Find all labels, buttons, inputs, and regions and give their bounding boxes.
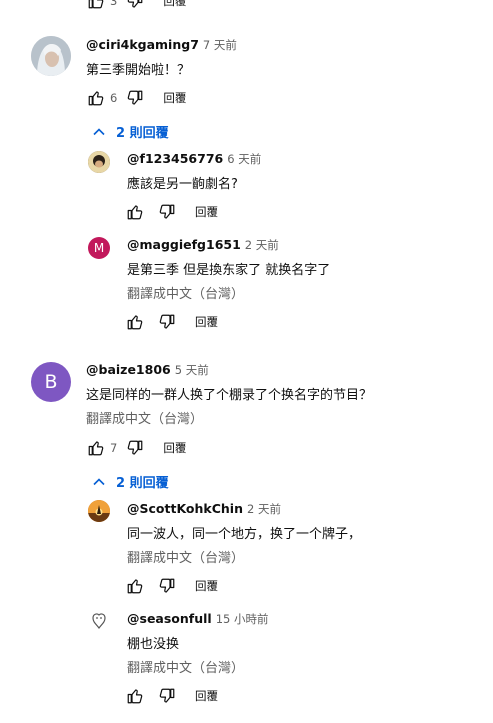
- avatar[interactable]: [31, 36, 71, 76]
- reply-header: @ScottKohkChin 2 天前: [127, 501, 281, 517]
- reply-author[interactable]: @maggiefg1651: [127, 237, 241, 252]
- avatar[interactable]: M: [88, 237, 110, 259]
- like-count: 7: [110, 441, 118, 455]
- like-count: 3: [110, 0, 118, 8]
- thumb-down-icon: [158, 203, 176, 221]
- avatar[interactable]: [88, 151, 110, 173]
- dislike-button[interactable]: [125, 438, 145, 458]
- reply-author[interactable]: @f123456776: [127, 151, 223, 166]
- like-button[interactable]: [86, 438, 106, 458]
- translate-link[interactable]: 翻譯成中文（台灣）: [127, 657, 244, 676]
- thumb-down-icon: [126, 0, 144, 10]
- like-button[interactable]: [125, 312, 145, 332]
- thumb-up-icon: [126, 577, 144, 595]
- replies-toggle[interactable]: 2 則回覆: [92, 472, 169, 491]
- like-button[interactable]: [125, 576, 145, 596]
- replies-toggle[interactable]: 2 則回覆: [92, 122, 169, 141]
- reply-actions: 回覆: [125, 686, 218, 706]
- reply-button[interactable]: 回覆: [195, 688, 218, 704]
- reply-actions: 回覆: [125, 312, 218, 332]
- thumb-up-icon: [126, 687, 144, 705]
- thumb-down-icon: [158, 577, 176, 595]
- avatar-image: [88, 151, 110, 173]
- translate-link[interactable]: 翻譯成中文（台灣）: [127, 283, 244, 302]
- avatar-image: [88, 610, 110, 632]
- like-count: 6: [110, 91, 118, 105]
- dislike-button[interactable]: [157, 312, 177, 332]
- reply-time[interactable]: 15 小時前: [216, 612, 269, 626]
- avatar-letter: M: [93, 241, 105, 255]
- chevron-up-icon: [93, 477, 105, 485]
- reply-text: 應該是另一齣劇名?: [127, 177, 238, 192]
- reply-header: @f123456776 6 天前: [127, 151, 261, 167]
- reply-button[interactable]: 回覆: [163, 0, 186, 9]
- reply-button[interactable]: 回覆: [163, 440, 186, 456]
- avatar-image: [31, 36, 71, 76]
- replies-toggle-label: 2 則回覆: [116, 476, 169, 491]
- reply-header: @seasonfull 15 小時前: [127, 611, 268, 627]
- reply-text: 棚也没换: [127, 637, 180, 652]
- comment-actions: 6 回覆: [86, 88, 186, 108]
- reply-button[interactable]: 回覆: [195, 578, 218, 594]
- top-comment-actions: 3 回覆: [86, 0, 186, 11]
- comment-author[interactable]: @baize1806: [86, 362, 171, 377]
- comment-header: @baize1806 5 天前: [86, 362, 209, 378]
- comment-author[interactable]: @ciri4kgaming7: [86, 37, 199, 52]
- comment-header: @ciri4kgaming7 7 天前: [86, 37, 237, 53]
- thumb-down-icon: [126, 439, 144, 457]
- comment-text: 第三季開始啦！？: [86, 63, 191, 78]
- thumb-up-icon: [87, 439, 105, 457]
- reply-button[interactable]: 回覆: [195, 314, 218, 330]
- comment-text: 这是同样的一群人换了个棚录了个换名字的节目？: [86, 388, 373, 403]
- avatar-image: [88, 500, 110, 522]
- dislike-button[interactable]: [157, 686, 177, 706]
- reply-button[interactable]: 回覆: [163, 90, 186, 106]
- avatar[interactable]: [88, 610, 110, 632]
- translate-link[interactable]: 翻譯成中文（台灣）: [127, 547, 244, 566]
- thumb-up-icon: [126, 313, 144, 331]
- thumb-down-icon: [158, 313, 176, 331]
- reply-text: 同一波人，同一个地方，换了一个牌子，: [127, 527, 362, 542]
- chevron-up-icon: [93, 127, 105, 135]
- dislike-button[interactable]: [125, 88, 145, 108]
- like-button[interactable]: [125, 202, 145, 222]
- reply-author[interactable]: @ScottKohkChin: [127, 501, 243, 516]
- reply-text: 是第三季 但是換东家了 就换名字了: [127, 263, 331, 278]
- dislike-button[interactable]: [157, 576, 177, 596]
- translate-link[interactable]: 翻譯成中文（台灣）: [86, 408, 203, 427]
- reply-actions: 回覆: [125, 576, 218, 596]
- avatar-letter: B: [44, 371, 58, 393]
- replies-toggle-label: 2 則回覆: [116, 126, 169, 141]
- comment-time[interactable]: 7 天前: [203, 38, 237, 52]
- dislike-button[interactable]: [125, 0, 145, 11]
- like-button[interactable]: [86, 0, 106, 11]
- reply-header: @maggiefg1651 2 天前: [127, 237, 279, 253]
- reply-actions: 回覆: [125, 202, 218, 222]
- avatar[interactable]: [88, 500, 110, 522]
- reply-author[interactable]: @seasonfull: [127, 611, 212, 626]
- comment-actions: 7 回覆: [86, 438, 186, 458]
- like-button[interactable]: [125, 686, 145, 706]
- thumb-up-icon: [126, 203, 144, 221]
- avatar[interactable]: B: [31, 362, 71, 402]
- reply-time[interactable]: 6 天前: [227, 152, 261, 166]
- reply-button[interactable]: 回覆: [195, 204, 218, 220]
- thumb-up-icon: [87, 89, 105, 107]
- like-button[interactable]: [86, 88, 106, 108]
- thumb-up-icon: [87, 0, 105, 10]
- comment-time[interactable]: 5 天前: [175, 363, 209, 377]
- reply-time[interactable]: 2 天前: [245, 238, 279, 252]
- thumb-down-icon: [158, 687, 176, 705]
- dislike-button[interactable]: [157, 202, 177, 222]
- reply-time[interactable]: 2 天前: [247, 502, 281, 516]
- thumb-down-icon: [126, 89, 144, 107]
